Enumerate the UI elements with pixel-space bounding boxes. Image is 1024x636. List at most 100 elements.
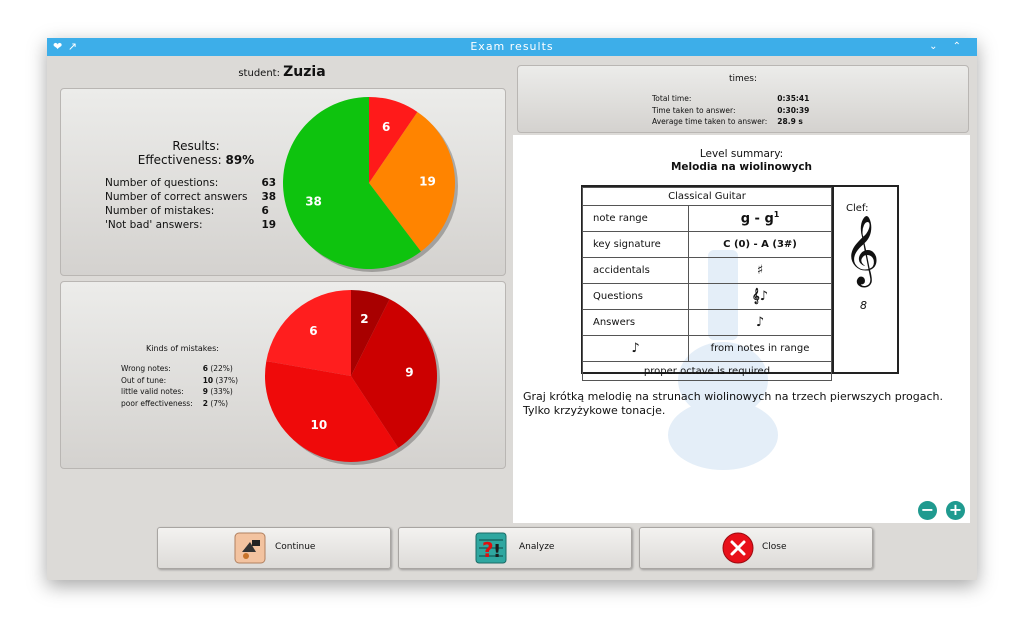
results-pie-chart: 6 19 38 [283, 97, 458, 272]
level-summary-view[interactable]: Level summary: Melodia na wiolinowych Cl… [513, 135, 970, 523]
mistake-label: little valid notes: [121, 387, 184, 396]
stat-row: Number of questions: 63 [105, 177, 276, 189]
time-label: Average time taken to answer: [652, 117, 768, 126]
note-range-octave: 1 [773, 210, 780, 220]
student-label: student: [238, 68, 280, 79]
stat-label: 'Not bad' answers: [105, 219, 203, 231]
stat-value: 6 [261, 205, 269, 217]
times-panel: times: Total time: 0:35:41 Time taken to … [517, 65, 969, 133]
app-icon: ❤ ↗ [53, 40, 78, 53]
time-row: Total time: 0:35:41 [652, 94, 809, 104]
note-range-text: g - g [740, 211, 774, 227]
zoom-out-button[interactable]: − [918, 501, 937, 520]
answers-row: Answers ♪ [581, 309, 832, 336]
mistake-row: Wrong notes: 6 (22%) [121, 364, 238, 374]
answers-note: from notes in range [688, 335, 832, 362]
treble-clef-icon: 𝄞 [844, 215, 880, 285]
pie-slice-label: 6 [382, 120, 390, 134]
mistake-label: Out of tune: [121, 375, 167, 385]
pie-slice-label: 9 [405, 366, 413, 380]
mistake-value: 10 (37%) [195, 376, 238, 386]
octave-note: proper octave is required [582, 361, 832, 381]
octave-row: proper octave is required [582, 361, 832, 381]
time-value: 0:35:41 [777, 94, 810, 103]
close-button[interactable]: Close [639, 527, 873, 569]
clef-octave-mark: 8 [860, 299, 867, 312]
title-bar: ❤ ↗ Exam results ⌄ ⌃ [47, 38, 977, 56]
questions-row: Questions 𝄞♪ [581, 283, 832, 310]
student-name: Zuzia [283, 64, 326, 80]
exam-results-window: ❤ ↗ Exam results ⌄ ⌃ student: Zuzia Resu… [47, 38, 977, 580]
mistakes-stats: Wrong notes: 6 (22%) Out of tune: 10 (37%)… [119, 362, 240, 410]
stat-value: 63 [261, 177, 277, 189]
clef-box: Clef: 𝄞 8 [832, 187, 900, 372]
key-signature-row: key signature C (0) - A (3#) [581, 231, 832, 258]
mistake-count: 6 [202, 364, 208, 373]
level-summary-label: Level summary: [699, 148, 784, 160]
pie-slice-label: 6 [309, 324, 317, 338]
clef-label: Clef: [846, 203, 869, 214]
accidentals-row: accidentals ♯ [581, 257, 832, 284]
answers-note-row: ♪ from notes in range [581, 335, 832, 362]
pie-slice-label: 10 [311, 418, 328, 432]
student-line: student: Zuzia [47, 64, 517, 80]
level-description: Graj krótką melodię na strunach wiolinow… [523, 390, 943, 417]
note-range-row: note range g - g1 [581, 205, 832, 232]
svg-text:?: ? [482, 538, 494, 562]
pie-slice-label: 2 [360, 312, 368, 326]
level-table: Classical Guitar note range g - g1 key s… [581, 187, 832, 381]
close-label: Close [762, 542, 787, 552]
results-heading: Results: Effectiveness: 89% [101, 139, 291, 167]
results-title: Results: [172, 139, 220, 153]
instrument-row: Classical Guitar [582, 187, 832, 206]
continue-icon [234, 532, 266, 564]
time-row: Average time taken to answer: 28.9 s [652, 117, 809, 127]
level-name: Melodia na wiolinowych [670, 161, 813, 173]
stat-row: Number of correct answers 38 [105, 191, 276, 203]
time-label: Total time: [652, 94, 692, 103]
continue-label: Continue [275, 542, 316, 552]
stat-row: 'Not bad' answers: 19 [105, 219, 276, 231]
mistake-value: 9 (33%) [195, 387, 238, 397]
analyze-button[interactable]: ? ! Analyze [398, 527, 632, 569]
mistake-count: 10 [202, 375, 214, 385]
results-stats: Number of questions: 63 Number of correct… [103, 175, 278, 233]
note-answer-icon: ♪ [581, 335, 690, 362]
window-controls[interactable]: ⌄ ⌃ [929, 38, 967, 56]
staff-note-icon: 𝄞♪ [688, 283, 832, 310]
level-heading: Level summary: Melodia na wiolinowych [513, 148, 970, 174]
note-icon: ♪ [688, 309, 832, 336]
mistake-pct: (33%) [210, 387, 233, 396]
mistake-pct: (22%) [210, 364, 233, 373]
mistake-row: little valid notes: 9 (33%) [121, 387, 238, 397]
zoom-in-button[interactable]: + [946, 501, 965, 520]
note-range-value: g - g1 [688, 205, 832, 232]
stat-label: Number of correct answers [105, 191, 248, 203]
window-title: Exam results [470, 40, 554, 53]
effectiveness-label: Effectiveness: [137, 153, 222, 167]
pie-slice-label: 38 [305, 195, 322, 209]
stat-value: 19 [261, 219, 277, 231]
mistakes-heading: Kinds of mistakes: [146, 344, 219, 353]
time-value: 0:30:39 [777, 105, 810, 115]
mistake-count: 2 [202, 398, 208, 408]
mistake-count: 9 [202, 387, 208, 396]
time-label: Time taken to answer: [652, 105, 736, 115]
stat-value: 38 [261, 191, 277, 203]
mistake-label: poor effectiveness: [121, 398, 193, 408]
mistakes-pie-chart: 2 9 10 6 [265, 290, 440, 465]
times-heading: times: [728, 74, 758, 84]
accidentals-label: accidentals [581, 257, 690, 284]
mistake-row: Out of tune: 10 (37%) [121, 376, 238, 386]
results-panel: Results: Effectiveness: 89% Number of qu… [60, 88, 506, 276]
mistake-pct: (7%) [210, 398, 229, 408]
time-value: 28.9 s [777, 117, 803, 126]
key-signature-label: key signature [581, 231, 690, 258]
stat-label: Number of mistakes: [105, 205, 215, 217]
analyze-label: Analyze [519, 542, 555, 552]
mistakes-panel: Kinds of mistakes: Wrong notes: 6 (22%) O… [60, 281, 506, 469]
continue-button[interactable]: Continue [157, 527, 391, 569]
effectiveness-value: 89% [225, 153, 255, 167]
answers-label: Answers [581, 309, 690, 336]
mistake-row: poor effectiveness: 2 (7%) [121, 399, 238, 409]
